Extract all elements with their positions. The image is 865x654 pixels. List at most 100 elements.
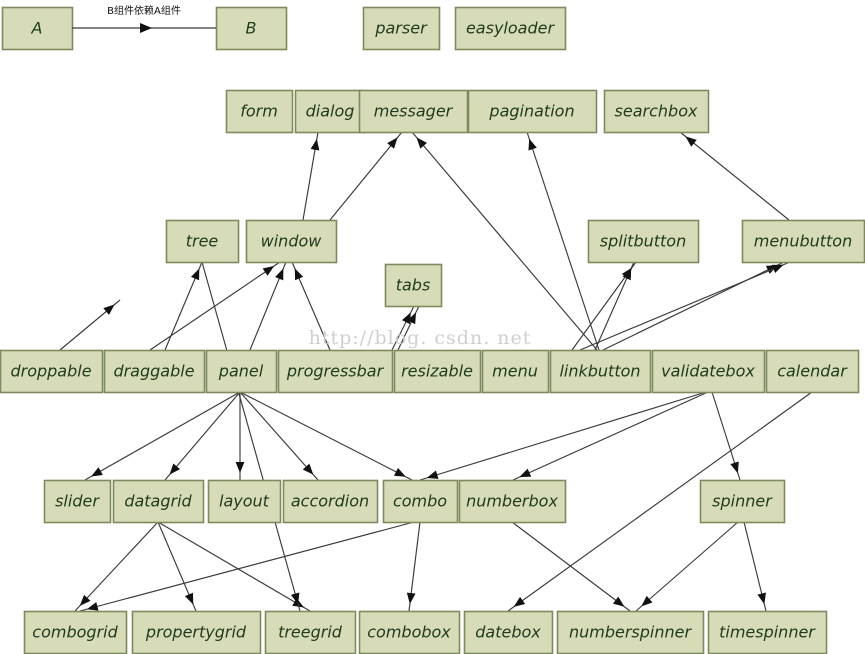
- edge-spinner-to-numberspinner: [635, 521, 739, 612]
- watermark: http://blog. csdn. net: [309, 327, 532, 349]
- node-panel[interactable]: panel: [205, 349, 278, 394]
- node-combobox[interactable]: combobox: [358, 610, 461, 654]
- legend: A B B组件依赖A组件: [1, 4, 288, 51]
- edge-panel-to-accordion: [239, 391, 319, 481]
- node-tabs[interactable]: tabs: [384, 263, 443, 308]
- edge-arrowhead: [685, 136, 697, 147]
- node-treegrid[interactable]: treegrid: [264, 610, 357, 654]
- edge-arrowhead: [262, 265, 275, 276]
- edge-tree-to-treegrid: [201, 261, 301, 612]
- node-accordion-label: accordion: [291, 492, 369, 511]
- edge-searchbox-to-menubutton: [679, 131, 790, 221]
- legend-caption: B组件依赖A组件: [107, 4, 181, 17]
- node-splitbutton[interactable]: splitbutton: [587, 219, 700, 264]
- node-layout-label: layout: [219, 492, 270, 511]
- node-spinner-label: spinner: [712, 492, 773, 511]
- node-progressbar-label: progressbar: [286, 362, 385, 381]
- node-panel-label: panel: [218, 362, 264, 381]
- edge-line: [679, 131, 790, 221]
- edge-validatebox-to-spinner: [711, 391, 741, 481]
- node-slider[interactable]: slider: [43, 479, 112, 524]
- node-validatebox-label: validatebox: [661, 362, 755, 381]
- node-propertygrid-label: propertygrid: [145, 623, 247, 642]
- edge-validatebox-to-combo: [419, 391, 707, 481]
- node-pagination[interactable]: pagination: [467, 89, 598, 134]
- node-numberbox[interactable]: numberbox: [458, 479, 567, 524]
- node-combogrid-label: combogrid: [32, 623, 118, 642]
- node-parser-label: parser: [374, 19, 428, 38]
- edge-arrowhead: [235, 462, 245, 473]
- node-menubutton-label: menubutton: [754, 232, 852, 251]
- node-numberspinner[interactable]: numberspinner: [556, 610, 705, 654]
- edge-menu-to-menubutton: [579, 261, 791, 351]
- edge-menu-to-splitbutton: [571, 261, 637, 351]
- node-draggable[interactable]: draggable: [103, 349, 206, 394]
- node-messager-label: messager: [374, 102, 454, 121]
- edge-arrowhead: [393, 467, 406, 477]
- node-timespinner[interactable]: timespinner: [707, 610, 828, 654]
- edge-line: [79, 521, 415, 612]
- node-layout[interactable]: layout: [207, 479, 282, 524]
- legend-arrowhead: [140, 23, 152, 33]
- node-progressbar[interactable]: progressbar: [277, 349, 394, 394]
- edge-arrowhead: [771, 264, 784, 274]
- node-combogrid[interactable]: combogrid: [23, 610, 128, 654]
- node-tabs-label: tabs: [396, 276, 431, 295]
- node-searchbox[interactable]: searchbox: [603, 89, 710, 134]
- edge-arrowhead: [426, 470, 439, 479]
- node-tree-label: tree: [186, 232, 219, 251]
- edge-droppable-to-draggable: [59, 299, 121, 351]
- node-accordion[interactable]: accordion: [282, 479, 379, 524]
- node-searchbox-label: searchbox: [615, 102, 698, 121]
- edge-window-to-dialog: [302, 131, 320, 221]
- edge-arrowhead: [86, 602, 99, 611]
- edge-arrowhead: [757, 592, 766, 605]
- edge-arrowhead: [513, 596, 526, 607]
- node-parser[interactable]: parser: [362, 6, 441, 51]
- node-resizable[interactable]: resizable: [393, 349, 482, 394]
- edge-panel-to-combo: [239, 391, 413, 481]
- node-easyloader[interactable]: easyloader: [454, 6, 567, 51]
- node-menu[interactable]: menu: [481, 349, 550, 394]
- edge-line: [411, 131, 598, 351]
- edge-combo-to-combobox: [406, 521, 421, 612]
- edge-window-to-messager: [329, 131, 403, 221]
- node-dialog[interactable]: dialog: [294, 89, 367, 134]
- edge-draggable-to-window: [149, 261, 281, 351]
- watermark-text: http://blog. csdn. net: [309, 327, 532, 349]
- node-menu-label: menu: [492, 362, 538, 381]
- node-window[interactable]: window: [245, 219, 338, 264]
- node-datagrid[interactable]: datagrid: [112, 479, 205, 524]
- edge-line: [201, 261, 301, 612]
- edge-datagrid-to-combogrid: [74, 521, 159, 612]
- node-combo-label: combo: [393, 492, 447, 511]
- edge-line: [512, 391, 709, 481]
- node-form[interactable]: form: [225, 89, 294, 134]
- edge-arrowhead: [169, 463, 181, 475]
- node-calendar-label: calendar: [777, 362, 848, 381]
- node-messager[interactable]: messager: [358, 89, 469, 134]
- edge-datagrid-to-propertygrid: [157, 521, 197, 612]
- node-numberbox-label: numberbox: [466, 492, 558, 511]
- node-menubutton[interactable]: menubutton: [741, 219, 865, 264]
- node-linkbutton[interactable]: linkbutton: [549, 349, 652, 394]
- node-datebox[interactable]: datebox: [463, 610, 554, 654]
- node-window-label: window: [261, 232, 323, 251]
- edge-arrowhead: [190, 268, 200, 281]
- node-tree[interactable]: tree: [165, 219, 240, 264]
- node-slider-label: slider: [55, 492, 100, 511]
- node-validatebox[interactable]: validatebox: [651, 349, 766, 394]
- node-droppable[interactable]: droppable: [0, 349, 104, 394]
- node-droppable-label: droppable: [10, 362, 91, 381]
- edge-arrowhead: [275, 268, 284, 281]
- node-propertygrid[interactable]: propertygrid: [131, 610, 262, 654]
- legend-node-b-label: B: [246, 19, 257, 38]
- node-draggable-label: draggable: [113, 362, 194, 381]
- edge-arrowhead: [310, 138, 320, 151]
- node-splitbutton-label: splitbutton: [600, 232, 686, 251]
- node-combo[interactable]: combo: [382, 479, 459, 524]
- node-linkbutton-label: linkbutton: [559, 362, 640, 381]
- node-calendar[interactable]: calendar: [765, 349, 860, 394]
- node-spinner[interactable]: spinner: [699, 479, 786, 524]
- edge-draggable-to-tree: [164, 261, 203, 351]
